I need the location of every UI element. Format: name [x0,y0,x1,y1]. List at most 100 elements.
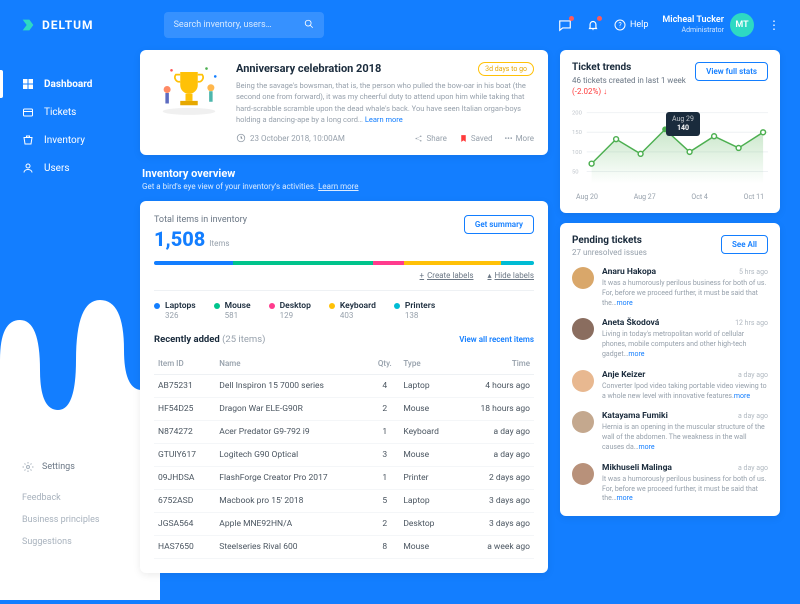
ticket-more-link[interactable]: more [628,350,644,358]
sidebar-item-tickets[interactable]: Tickets [0,98,140,126]
sidebar-link[interactable]: Suggestions [22,531,118,553]
svg-text:50: 50 [572,169,579,175]
inventory-icon [22,134,34,146]
legend-item: Desktop129 [269,301,311,320]
sidebar-item-users[interactable]: Users [0,154,140,182]
share-button[interactable]: Share [414,134,446,143]
sidebar-item-dashboard[interactable]: Dashboard [0,70,140,98]
anniversary-desc: Being the savage's bowsman, that is, the… [236,80,534,125]
pending-tickets-card: Pending tickets 27 unresolved issues See… [560,223,780,516]
table-row[interactable]: HF54D25Dragon War ELE-G90R2Mouse18 hours… [154,398,534,421]
inventory-label: Total items in inventory [154,215,247,225]
ticket-item[interactable]: Aneta Škodová12 hrs agoLiving in today's… [572,318,768,359]
view-stats-button[interactable]: View full stats [695,62,768,81]
anniversary-time: 23 October 2018, 10:00AM [236,133,345,143]
logo-icon [20,17,36,33]
clock-icon [236,133,246,143]
inventory-legend: Laptops326 Mouse581 Desktop129 Keyboard403 P… [154,290,534,320]
sidebar: DashboardTicketsInventoryUsers Settings … [0,50,140,573]
ticket-more-link[interactable]: more [617,494,633,502]
ticket-avatar [572,318,594,340]
overflow-menu-icon[interactable]: ⋮ [768,18,780,32]
saved-button[interactable]: Saved [459,134,493,143]
sidebar-item-settings[interactable]: Settings [22,455,118,479]
trophy-illustration [154,62,224,117]
see-all-button[interactable]: See All [721,235,768,254]
tickets-icon [22,106,34,118]
search-box[interactable] [164,12,324,38]
recent-table: Item IDNameQty.TypeTime AB75231Dell Insp… [154,353,534,559]
svg-text:100: 100 [572,150,582,156]
trends-chart: 200 150 100 50 [572,104,768,189]
view-all-recent-link[interactable]: View all recent items [459,335,534,344]
sidebar-item-inventory[interactable]: Inventory [0,126,140,154]
create-labels-link[interactable]: + Create labels [420,271,474,280]
sidebar-link[interactable]: Business principles [22,509,118,531]
ticket-avatar [572,267,594,289]
messages-icon[interactable] [558,18,572,32]
ticket-item[interactable]: Anje Keizera day agoConverter Ipod video… [572,370,768,402]
overview-learn-more[interactable]: Learn more [318,182,358,191]
anniversary-card: Anniversary celebration 2018 3d days to … [140,50,548,155]
legend-item: Laptops326 [154,301,196,320]
ticket-more-link[interactable]: more [638,443,654,451]
ticket-item[interactable]: Mikhuseli Malingaa day agoIt was a humor… [572,463,768,504]
bookmark-icon [459,134,468,143]
more-icon: ••• [504,134,512,143]
table-row[interactable]: 6752ASDMacbook pro 15' 20185Laptop3 days… [154,490,534,513]
inventory-card: Total items in inventory 1,508Items Get … [140,201,548,573]
sidebar-link[interactable]: Feedback [22,487,118,509]
notifications-icon[interactable] [586,18,600,32]
table-row[interactable]: GTUIY617Logitech G90 Optical3Mousea day … [154,444,534,467]
inventory-count: 1,508Items [154,227,247,251]
recent-title: Recently added (25 items) [154,334,265,345]
legend-item: Printers138 [394,301,435,320]
table-row[interactable]: HAS7650Steelseries Rival 6008Mousea week… [154,536,534,559]
learn-more-link[interactable]: Learn more [365,115,403,124]
users-icon [22,162,34,174]
user-menu[interactable]: Micheal Tucker Administrator MT [662,13,754,37]
legend-item: Mouse581 [214,301,251,320]
hide-labels-link[interactable]: ▴ Hide labels [487,271,534,280]
svg-text:?: ? [618,22,622,30]
pending-title: Pending tickets [572,235,647,246]
help-link[interactable]: ? Help [614,19,648,31]
ticket-avatar [572,411,594,433]
ticket-item[interactable]: Katayama Fumikia day agoHernia is an ope… [572,411,768,452]
trends-change: (-2.02%) ↓ [572,87,686,96]
ticket-trends-card: Ticket trends 46 tickets created in last… [560,50,780,213]
dashboard-icon [22,78,34,90]
topbar: DELTUM ? Help Micheal Tucker Administrat… [0,0,800,50]
chart-x-axis: Aug 20Aug 27Oct 4Oct 11 [572,193,768,201]
ticket-more-link[interactable]: more [734,392,750,400]
ticket-avatar [572,463,594,485]
days-badge: 3d days to go [478,62,534,76]
chart-tooltip: Aug 29 140 [666,112,700,136]
user-name: Micheal Tucker [662,15,724,26]
table-row[interactable]: 09JHDSAFlashForge Creator Pro 20171Print… [154,467,534,490]
ticket-more-link[interactable]: more [617,299,633,307]
share-icon [414,134,423,143]
get-summary-button[interactable]: Get summary [464,215,534,234]
logo: DELTUM [20,17,94,33]
ticket-avatar [572,370,594,392]
search-input[interactable] [174,20,304,30]
svg-text:150: 150 [572,130,582,136]
table-row[interactable]: JGSA564Apple MNE92HN/A2Desktop3 days ago [154,513,534,536]
overview-heading: Inventory overview Get a bird's eye view… [142,167,548,191]
avatar[interactable]: MT [730,13,754,37]
legend-item: Keyboard403 [329,301,376,320]
trends-title: Ticket trends [572,62,686,73]
search-icon[interactable] [304,19,314,32]
trends-sub: 46 tickets created in last 1 week [572,76,686,85]
svg-text:200: 200 [572,111,582,117]
anniversary-title: Anniversary celebration 2018 [236,62,381,75]
user-role: Administrator [662,26,724,34]
ticket-item[interactable]: Anaru Hakopa5 hrs agoIt was a humorously… [572,267,768,308]
inventory-progress-bar [154,261,534,265]
table-row[interactable]: AB75231Dell Inspiron 15 7000 series4Lapt… [154,375,534,398]
gear-icon [22,461,34,473]
pending-sub: 27 unresolved issues [572,248,647,257]
more-button[interactable]: ••• More [504,134,534,143]
table-row[interactable]: N874272Acer Predator G9-792 i91Keyboarda… [154,421,534,444]
